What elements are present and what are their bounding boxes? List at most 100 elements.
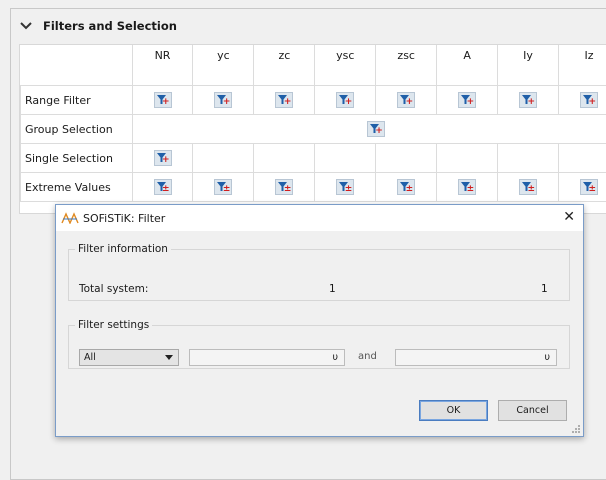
filter-sign: + bbox=[345, 98, 353, 107]
filter-cell[interactable]: ± bbox=[254, 173, 315, 202]
filter-icon[interactable]: ± bbox=[397, 179, 415, 195]
group-filter-cell[interactable]: + bbox=[132, 115, 606, 144]
filter-cell[interactable]: ± bbox=[315, 173, 376, 202]
filter-sign: + bbox=[223, 98, 231, 107]
filter-cell[interactable]: + bbox=[437, 86, 498, 115]
filter-cell bbox=[437, 144, 498, 173]
filter-settings-group: Filter settings All υ and υ bbox=[68, 319, 570, 369]
filter-cell[interactable]: ± bbox=[498, 173, 559, 202]
row-label: Extreme Values bbox=[21, 173, 133, 202]
and-label: and bbox=[358, 351, 377, 362]
filter-sign: ± bbox=[345, 185, 353, 194]
filter-icon[interactable]: + bbox=[336, 92, 354, 108]
chevron-down-icon[interactable] bbox=[19, 19, 33, 33]
filter-cell[interactable]: + bbox=[559, 86, 606, 115]
filter-sign: ± bbox=[588, 185, 596, 194]
filter-sign: ± bbox=[284, 185, 292, 194]
total-system-value-2: 1 bbox=[541, 283, 548, 295]
table-row: Group Selection + bbox=[21, 115, 606, 144]
filter-icon[interactable]: + bbox=[367, 121, 385, 137]
column-header: A bbox=[437, 45, 498, 86]
filter-cell[interactable]: + bbox=[254, 86, 315, 115]
column-header: zsc bbox=[376, 45, 437, 86]
filter-icon[interactable]: + bbox=[154, 150, 172, 166]
filter-dialog: SOFiSTiK: Filter ✕ Filter information To… bbox=[55, 204, 584, 437]
resize-grip-icon[interactable] bbox=[571, 424, 581, 434]
filter-cell bbox=[559, 144, 606, 173]
filter-cell[interactable]: + bbox=[193, 86, 254, 115]
filter-cell[interactable]: + bbox=[376, 86, 437, 115]
column-header: Iy bbox=[498, 45, 559, 86]
row-label: Single Selection bbox=[21, 144, 133, 173]
filter-cell[interactable]: ± bbox=[559, 173, 606, 202]
filter-sign: + bbox=[284, 98, 292, 107]
filter-sign: + bbox=[162, 156, 170, 165]
total-system-label: Total system: bbox=[79, 283, 148, 295]
row-label: Group Selection bbox=[21, 115, 133, 144]
filter-sign: ± bbox=[162, 185, 170, 194]
filter-sign: + bbox=[467, 98, 475, 107]
filter-cell[interactable]: ± bbox=[132, 173, 193, 202]
close-button[interactable]: ✕ bbox=[563, 209, 575, 225]
filter-sign: ± bbox=[223, 185, 231, 194]
panel-header[interactable]: Filters and Selection bbox=[19, 19, 177, 33]
filter-icon[interactable]: ± bbox=[154, 179, 172, 195]
filter-icon[interactable]: + bbox=[214, 92, 232, 108]
filter-icon[interactable]: + bbox=[519, 92, 537, 108]
filter-settings-legend: Filter settings bbox=[75, 319, 152, 331]
filter-cell[interactable]: ± bbox=[376, 173, 437, 202]
filter-cell[interactable]: + bbox=[498, 86, 559, 115]
column-header: Iz bbox=[559, 45, 606, 86]
filter-icon[interactable]: + bbox=[397, 92, 415, 108]
filter-icon[interactable]: + bbox=[275, 92, 293, 108]
filter-icon[interactable]: ± bbox=[519, 179, 537, 195]
filter-sign: + bbox=[406, 98, 414, 107]
filter-information-legend: Filter information bbox=[75, 243, 171, 255]
filter-mode-value: All bbox=[84, 352, 96, 363]
dialog-title: SOFiSTiK: Filter bbox=[83, 212, 165, 225]
filter-sign: + bbox=[375, 127, 383, 136]
filter-mode-select[interactable]: All bbox=[79, 349, 179, 366]
filter-sign: ± bbox=[467, 185, 475, 194]
filter-table: NRyczcysczscAIyIzRange Filter++++++++Gro… bbox=[20, 45, 606, 202]
filter-cell[interactable]: ± bbox=[193, 173, 254, 202]
dialog-titlebar[interactable]: SOFiSTiK: Filter ✕ bbox=[56, 205, 583, 231]
dropdown-arrow-icon[interactable] bbox=[165, 355, 173, 360]
filter-icon[interactable]: ± bbox=[214, 179, 232, 195]
column-header: ysc bbox=[315, 45, 376, 86]
filter-icon[interactable]: ± bbox=[458, 179, 476, 195]
filter-sign: ± bbox=[528, 185, 536, 194]
filter-sign: + bbox=[588, 98, 596, 107]
upper-bound-field[interactable]: υ bbox=[395, 349, 557, 366]
column-header: NR bbox=[132, 45, 193, 86]
filter-information-group: Filter information Total system: 1 1 bbox=[68, 243, 570, 301]
filter-cell bbox=[193, 144, 254, 173]
sofistik-logo-icon bbox=[61, 212, 79, 224]
filter-icon[interactable]: + bbox=[458, 92, 476, 108]
table-row: Extreme Values ± ± ± ± ± ± ± ± bbox=[21, 173, 606, 202]
filter-grid: NRyczcysczscAIyIzRange Filter++++++++Gro… bbox=[19, 44, 606, 214]
filter-sign: + bbox=[528, 98, 536, 107]
filter-icon[interactable]: ± bbox=[336, 179, 354, 195]
filter-icon[interactable]: ± bbox=[275, 179, 293, 195]
lower-bound-field[interactable]: υ bbox=[189, 349, 345, 366]
filter-cell bbox=[376, 144, 437, 173]
filter-icon[interactable]: + bbox=[580, 92, 598, 108]
cancel-button[interactable]: Cancel bbox=[498, 400, 567, 421]
filter-cell[interactable]: + bbox=[132, 144, 193, 173]
filter-icon[interactable]: ± bbox=[580, 179, 598, 195]
table-row: Range Filter + + + + + + + + bbox=[21, 86, 606, 115]
header-corner bbox=[21, 45, 133, 86]
table-row: Single Selection + bbox=[21, 144, 606, 173]
total-system-value-1: 1 bbox=[329, 283, 336, 295]
filter-cell[interactable]: ± bbox=[437, 173, 498, 202]
ok-button[interactable]: OK bbox=[419, 400, 488, 421]
filter-cell[interactable]: + bbox=[315, 86, 376, 115]
row-label: Range Filter bbox=[21, 86, 133, 115]
filter-sign: + bbox=[162, 98, 170, 107]
panel-title: Filters and Selection bbox=[43, 19, 177, 33]
column-header: yc bbox=[193, 45, 254, 86]
filter-cell[interactable]: + bbox=[132, 86, 193, 115]
filter-icon[interactable]: + bbox=[154, 92, 172, 108]
filter-sign: ± bbox=[406, 185, 414, 194]
